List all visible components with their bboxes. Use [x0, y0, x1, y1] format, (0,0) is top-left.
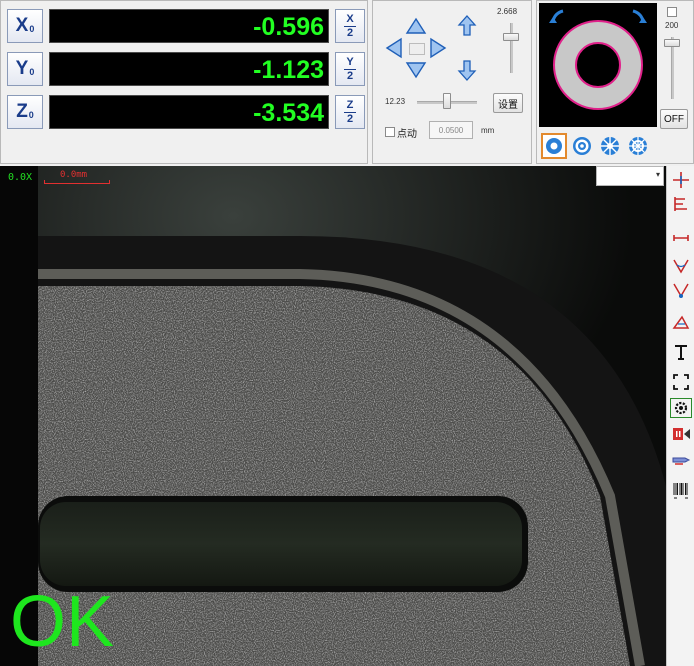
record-tool[interactable]	[670, 424, 692, 444]
light-slider-thumb[interactable]	[664, 39, 680, 47]
y-readout: -1.123	[49, 52, 329, 86]
dro-panel: X0 -0.596 X2 Y0 -1.123 Y2 Z0 -3.534 Z2	[0, 0, 368, 164]
jog-right-icon[interactable]	[429, 37, 447, 59]
distance-icon	[673, 235, 689, 241]
set-button[interactable]: 设置	[493, 93, 523, 113]
probe-icon	[672, 457, 691, 465]
edge-tool[interactable]	[670, 194, 692, 214]
probe-tool[interactable]	[670, 450, 692, 470]
z-readout: -3.534	[49, 95, 329, 129]
light-intensity-value: 200	[665, 21, 679, 30]
text-icon	[675, 345, 687, 360]
y-zero-button[interactable]: Y0	[7, 52, 43, 86]
sector-light-button[interactable]	[597, 133, 623, 159]
ring-light-button[interactable]	[541, 133, 567, 159]
zoom-slider-thumb[interactable]	[503, 33, 519, 41]
camera-dropdown[interactable]: ▾	[596, 166, 664, 186]
settings-icon	[674, 401, 688, 415]
jog-down-icon[interactable]	[405, 61, 427, 79]
distance-tool[interactable]	[670, 228, 692, 248]
z-down-icon[interactable]	[457, 59, 477, 81]
y-half-button[interactable]: Y2	[335, 52, 365, 86]
x-readout: -0.596	[49, 9, 329, 43]
light-off-button[interactable]: OFF	[660, 109, 688, 129]
magnification-label: 0.0X	[8, 172, 33, 183]
light-ring-display	[539, 3, 657, 127]
speed-slider-thumb[interactable]	[443, 93, 451, 109]
angle-vertex-tool[interactable]	[670, 280, 692, 300]
zoom-value: 2.668	[497, 7, 518, 16]
coaxial-light-icon	[573, 137, 591, 155]
scale-bar	[44, 180, 110, 184]
chevron-down-icon: ▾	[655, 170, 660, 179]
record-icon	[673, 428, 690, 440]
inching-checkbox[interactable]	[385, 127, 395, 137]
speed-value: 12.23	[385, 97, 406, 106]
scale-label: 0.0mm	[60, 170, 88, 180]
jog-up-icon[interactable]	[405, 17, 427, 35]
z-up-icon[interactable]	[457, 15, 477, 37]
z-half-button[interactable]: Z2	[335, 95, 365, 129]
jog-center-icon	[409, 43, 425, 55]
crosshair-icon	[673, 172, 689, 188]
camera-view[interactable]: 0.0X 0.0mm ▾ OK	[0, 166, 666, 666]
fullscreen-icon	[673, 374, 689, 390]
edge-tool-icon	[674, 197, 687, 211]
light-checkbox[interactable]	[667, 7, 677, 17]
segment-ring-button[interactable]	[625, 133, 651, 159]
x-half-button[interactable]: X2	[335, 9, 365, 43]
jog-left-icon[interactable]	[385, 37, 403, 59]
jog-panel: 2.668 12.23 设置 点动 0.0500 mm	[372, 0, 532, 164]
barcode-icon	[673, 483, 688, 499]
step-unit: mm	[481, 126, 495, 135]
coaxial-light-button[interactable]	[569, 133, 595, 159]
crosshair-tool[interactable]	[670, 170, 692, 190]
zoom-slider-track	[510, 23, 513, 73]
segment-ring-icon	[629, 137, 647, 155]
ring-light-preview	[549, 9, 647, 110]
settings-tool[interactable]	[670, 398, 692, 418]
inching-label: 点动	[397, 129, 417, 140]
measure-toolbar	[666, 166, 694, 666]
barcode-tool[interactable]	[670, 480, 692, 500]
x-zero-button[interactable]: X0	[7, 9, 43, 43]
sector-light-icon	[601, 137, 619, 155]
fullscreen-tool[interactable]	[670, 372, 692, 392]
z-zero-button[interactable]: Z0	[7, 95, 43, 129]
angle-icon	[673, 259, 689, 274]
angle-tool[interactable]	[670, 256, 692, 276]
angle-vertex-icon	[673, 283, 689, 298]
area-tool[interactable]	[670, 312, 692, 332]
result-indicator: OK	[10, 582, 115, 662]
light-panel: 200 OFF	[536, 0, 694, 164]
area-icon	[672, 315, 690, 329]
text-tool[interactable]	[670, 342, 692, 362]
ring-light-icon	[546, 138, 562, 154]
step-input[interactable]: 0.0500	[429, 121, 473, 139]
